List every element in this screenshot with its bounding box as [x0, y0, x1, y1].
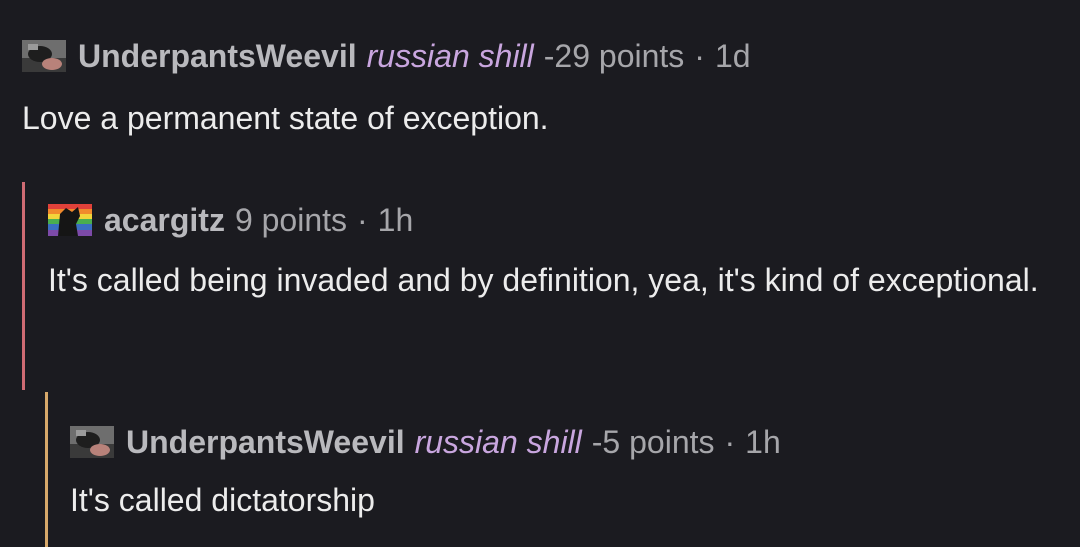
thread-collapse-bar[interactable]: [22, 182, 25, 390]
comment: UnderpantsWeevil russian shill -29 point…: [22, 36, 1062, 148]
meta-separator: ·: [724, 424, 736, 460]
comment: UnderpantsWeevil russian shill -5 points…: [70, 422, 1060, 530]
comment-timestamp: 1h: [745, 424, 781, 460]
comment-header: acargitz 9 points · 1h: [48, 200, 1058, 240]
thread-collapse-bar[interactable]: [45, 392, 48, 547]
comment-body: Love a permanent state of exception.: [22, 100, 549, 136]
comment-username[interactable]: UnderpantsWeevil: [78, 36, 357, 76]
comment-header: UnderpantsWeevil russian shill -29 point…: [22, 36, 1062, 76]
user-flair: russian shill: [414, 424, 582, 460]
comment-body: It's called being invaded and by definit…: [48, 262, 1039, 298]
weevil-avatar-icon[interactable]: [70, 426, 114, 458]
rainbow-avatar-icon[interactable]: [48, 204, 92, 236]
comment-points: -29 points: [543, 38, 685, 74]
comment-username[interactable]: acargitz: [104, 200, 225, 240]
comment-timestamp: 1d: [714, 38, 751, 74]
comment-points: 9 points: [234, 202, 348, 238]
comment: acargitz 9 points · 1h It's called being…: [48, 200, 1058, 310]
comment-body: It's called dictatorship: [70, 482, 375, 518]
meta-separator: ·: [357, 202, 368, 238]
comment-thread: UnderpantsWeevil russian shill -29 point…: [0, 0, 1080, 547]
meta-separator: ·: [694, 38, 705, 74]
comment-username[interactable]: UnderpantsWeevil: [126, 422, 405, 462]
comment-header: UnderpantsWeevil russian shill -5 points…: [70, 422, 1060, 462]
user-flair: russian shill: [366, 38, 534, 74]
comment-points: -5 points: [591, 424, 715, 460]
weevil-avatar-icon[interactable]: [22, 40, 66, 72]
comment-timestamp: 1h: [377, 202, 414, 238]
